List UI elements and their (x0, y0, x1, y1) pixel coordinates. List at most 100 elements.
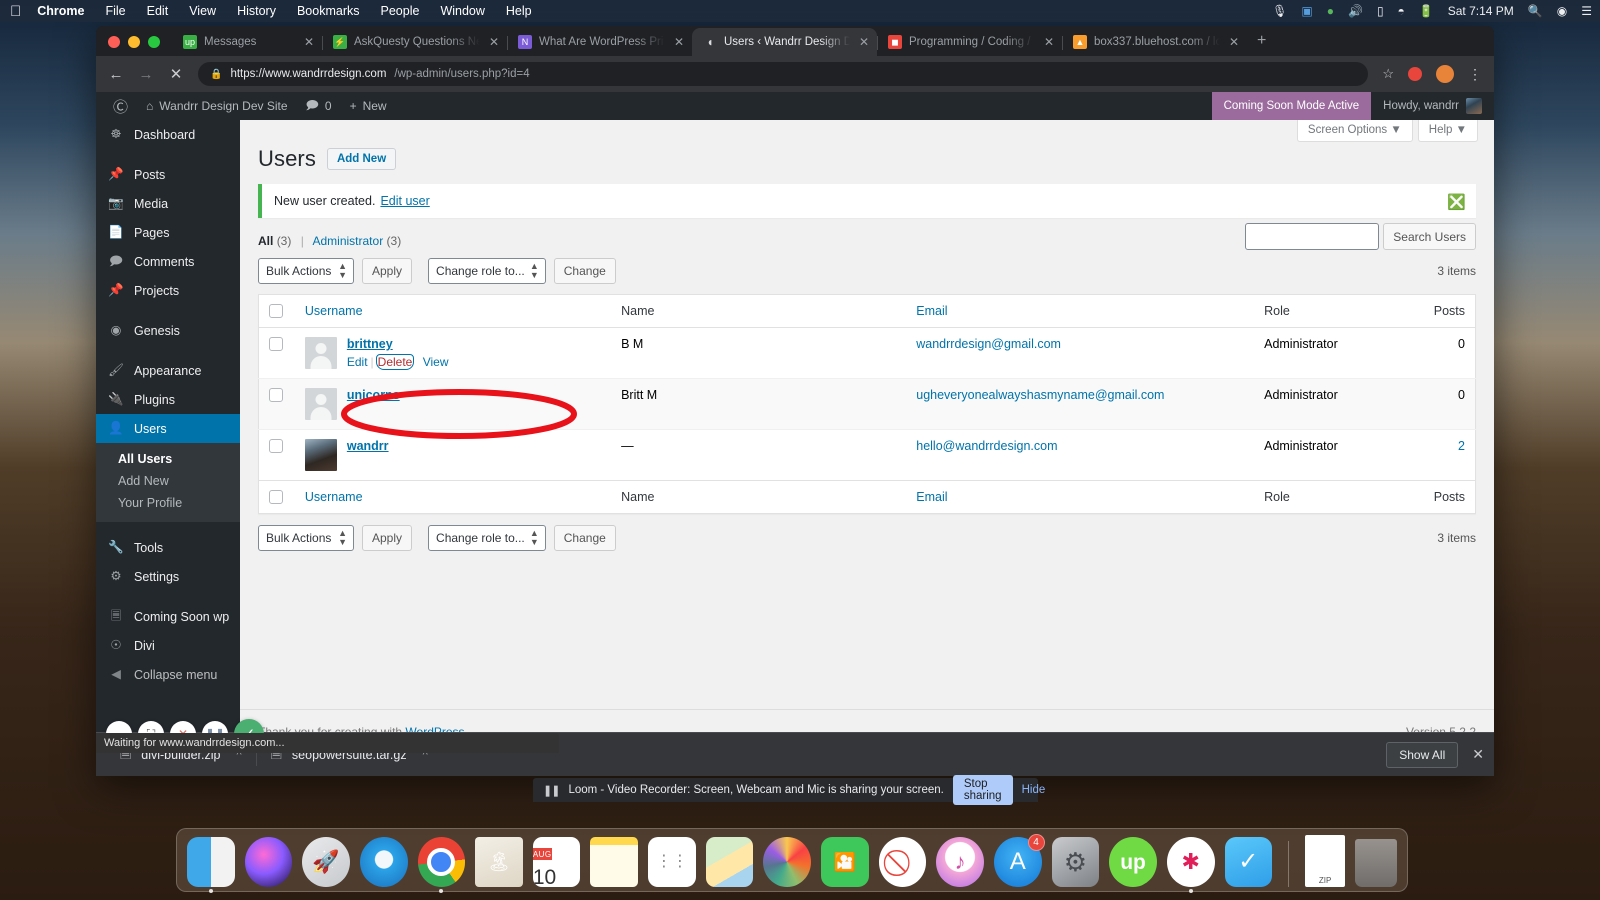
browser-tab-users-wandrr[interactable]: ◖ Users ‹ Wandrr Design Dev Sit ✕ (692, 28, 877, 56)
menu-item-edit[interactable]: Edit (147, 4, 169, 18)
dock-icon-app-store[interactable]: A 4 (993, 834, 1045, 887)
sort-username-link[interactable]: Username (305, 304, 363, 318)
browser-tab-messages[interactable]: up Messages ✕ (172, 28, 322, 56)
adminbar-new[interactable]: + New (341, 92, 396, 120)
dock-icon-upwork[interactable]: up (1109, 837, 1157, 887)
sidebar-item-dashboard[interactable]: ☸ Dashboard (96, 120, 240, 149)
minimize-window-button[interactable] (128, 36, 140, 48)
adminbar-comments[interactable]: 🗩 0 (297, 92, 341, 120)
recording-dot-icon[interactable] (1408, 67, 1422, 81)
sidebar-item-settings[interactable]: ⚙ Settings (96, 562, 240, 591)
sort-email-link-footer[interactable]: Email (916, 490, 947, 504)
view-user-action[interactable]: View (423, 355, 449, 369)
menu-item-help[interactable]: Help (506, 4, 532, 18)
address-bar[interactable]: 🔒 https://www.wandrrdesign.com/wp-admin/… (198, 62, 1369, 86)
screen-options-tab[interactable]: Screen Options ▼ (1296, 120, 1413, 142)
dock-icon-safari[interactable] (359, 837, 408, 887)
notification-center-icon[interactable]: ☰ (1581, 4, 1592, 18)
browser-tab-bluehost[interactable]: ▲ box337.bluehost.com / localho ✕ (1062, 28, 1247, 56)
show-all-downloads-button[interactable]: Show All (1386, 741, 1459, 768)
sidebar-item-divi[interactable]: ☉ Divi (96, 631, 240, 660)
new-tab-button[interactable]: + (1247, 32, 1276, 56)
sort-username-link-footer[interactable]: Username (305, 490, 363, 504)
sidebar-item-coming-soon-wp[interactable]: 🗏 Coming Soon wp (96, 602, 240, 631)
tab-close-icon[interactable]: ✕ (1227, 35, 1241, 49)
sidebar-item-appearance[interactable]: 🖌 Appearance (96, 356, 240, 385)
dock-icon-photos[interactable] (763, 837, 812, 887)
row-checkbox[interactable] (269, 337, 283, 351)
menu-bar-clock[interactable]: Sat 7:14 PM (1448, 4, 1514, 18)
maximize-window-button[interactable] (148, 36, 160, 48)
bulk-actions-select-bottom[interactable]: Bulk Actions ▲ ▼ (258, 525, 354, 551)
sidebar-item-comments[interactable]: 🗩 Comments (96, 247, 240, 276)
username-link[interactable]: wandrr (347, 439, 389, 453)
dock-icon-notes[interactable] (590, 837, 639, 887)
menu-item-history[interactable]: History (237, 4, 276, 18)
edit-user-action[interactable]: Edit (347, 355, 368, 369)
sidebar-item-genesis[interactable]: ◉ Genesis (96, 316, 240, 345)
submenu-item-add-new[interactable]: Add New (96, 470, 240, 492)
tab-close-icon[interactable]: ✕ (857, 35, 871, 49)
menu-item-view[interactable]: View (189, 4, 216, 18)
tab-close-icon[interactable]: ✕ (672, 35, 686, 49)
username-link[interactable]: brittney (347, 337, 449, 351)
siri-icon[interactable]: ◉ (1557, 4, 1567, 18)
dock-icon-maps[interactable] (705, 837, 754, 887)
browser-tab-wordpress-private[interactable]: N What Are WordPress Private P ✕ (507, 28, 692, 56)
sidebar-item-tools[interactable]: 🔧 Tools (96, 533, 240, 562)
sidebar-item-posts[interactable]: 📌 Posts (96, 160, 240, 189)
dock-icon-facetime[interactable]: 🎦 (821, 837, 869, 887)
help-tab[interactable]: Help ▼ (1417, 120, 1478, 142)
add-new-user-button[interactable]: Add New (326, 148, 397, 170)
sidebar-item-projects[interactable]: 📌 Projects (96, 276, 240, 305)
change-role-button-top[interactable]: Change (553, 258, 616, 284)
dock-icon-siri[interactable] (244, 837, 293, 887)
change-role-select-bottom[interactable]: Change role to... ▲ ▼ (428, 525, 546, 551)
dock-icon-document-preview[interactable]: ZIP (1305, 835, 1346, 887)
apple-logo-icon[interactable]:  (10, 4, 21, 19)
row-checkbox[interactable] (269, 439, 283, 453)
select-all-checkbox[interactable] (269, 304, 283, 318)
menu-item-chrome[interactable]: Chrome (37, 4, 84, 18)
sidebar-item-collapse-menu[interactable]: ◀ Collapse menu (96, 660, 240, 689)
browser-tab-programming-coding[interactable]: ◼ Programming / Coding / Hackin ✕ (877, 28, 1062, 56)
apply-button-top[interactable]: Apply (362, 258, 413, 284)
tab-close-icon[interactable]: ✕ (487, 35, 501, 49)
dock-icon-mail[interactable]: 🏝 (475, 837, 523, 887)
sidebar-item-pages[interactable]: 📄 Pages (96, 218, 240, 247)
dock-icon-finder[interactable] (186, 837, 235, 893)
tab-close-icon[interactable]: ✕ (302, 35, 316, 49)
wifi-icon[interactable]: ◓ (1398, 4, 1405, 18)
filter-all-label[interactable]: All (258, 234, 273, 248)
change-role-button-bottom[interactable]: Change (553, 525, 616, 551)
dismiss-icon[interactable]: ❎ (1447, 193, 1466, 211)
dock-icon-calendar[interactable]: AUG 10 (532, 837, 581, 887)
volume-icon[interactable]: 🔊 (1348, 4, 1363, 18)
dropbox-icon[interactable]: ▣ (1301, 4, 1312, 18)
tab-close-icon[interactable]: ✕ (1042, 35, 1056, 49)
dock-icon-slack[interactable]: ✱ (1166, 837, 1215, 893)
spotlight-search-icon[interactable]: 🔍 (1528, 4, 1543, 18)
profile-avatar[interactable] (1436, 65, 1454, 83)
change-role-select-top[interactable]: Change role to... ▲ ▼ (428, 258, 546, 284)
sidebar-item-plugins[interactable]: 🔌 Plugins (96, 385, 240, 414)
dock-icon-launchpad[interactable]: 🚀 (302, 837, 350, 887)
select-all-checkbox-footer[interactable] (269, 490, 283, 504)
stop-sharing-button[interactable]: Stop sharing (952, 775, 1013, 805)
dock-icon-trash[interactable] (1355, 839, 1398, 887)
menu-item-window[interactable]: Window (440, 4, 484, 18)
dock-icon-itunes[interactable]: ♪ (936, 837, 984, 887)
dock-icon-chrome[interactable] (417, 837, 466, 893)
search-input[interactable] (1245, 223, 1380, 250)
dock-icon-reminders[interactable]: ⋮⋮ (648, 837, 696, 887)
battery-icon[interactable]: 🔋 (1419, 4, 1434, 18)
row-checkbox[interactable] (269, 388, 283, 402)
back-button[interactable]: ← (108, 66, 124, 83)
edit-user-link[interactable]: Edit user (380, 194, 429, 208)
sidebar-item-media[interactable]: 📷 Media (96, 189, 240, 218)
stop-loading-button[interactable]: ✕ (168, 65, 184, 83)
close-window-button[interactable] (108, 36, 120, 48)
bulk-actions-select-top[interactable]: Bulk Actions ▲ ▼ (258, 258, 354, 284)
dock-icon-system-preferences[interactable]: ⚙ (1051, 837, 1100, 887)
dock-icon-news[interactable]: ⃠ (878, 837, 927, 887)
